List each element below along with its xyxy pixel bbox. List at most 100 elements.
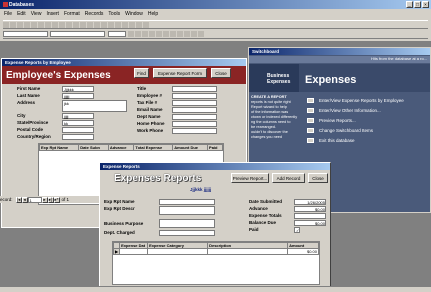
country-field[interactable] [62, 134, 94, 140]
city-field[interactable]: jjjjj [62, 113, 94, 119]
copy-icon[interactable] [45, 22, 51, 28]
last-name-field[interactable]: jjjjjj [62, 93, 94, 99]
expense-date-cell[interactable] [119, 248, 149, 255]
close-expense-form-button[interactable]: Close [308, 173, 328, 183]
undo-icon[interactable] [66, 22, 72, 28]
line-color-icon[interactable] [184, 31, 191, 37]
preview-icon[interactable] [24, 22, 30, 28]
menu-tools[interactable]: Tools [108, 11, 120, 17]
exp-rpt-name-field[interactable] [159, 199, 215, 205]
properties-icon[interactable] [122, 22, 128, 28]
new-record-button[interactable]: ▸* [53, 196, 60, 203]
filter-icon[interactable] [94, 22, 100, 28]
paid-checkbox[interactable]: ✓ [294, 227, 300, 233]
title-field[interactable] [172, 86, 217, 92]
font-name-select[interactable] [50, 31, 106, 37]
maximize-button[interactable]: □ [414, 1, 421, 8]
column-expense-date[interactable]: Expense Dat [119, 242, 149, 249]
amount-cell[interactable]: $0.00 [287, 248, 319, 255]
switchboard-item-button[interactable] [307, 128, 314, 133]
menu-edit[interactable]: Edit [17, 11, 26, 17]
close-app-button[interactable]: × [422, 1, 429, 8]
advance-field[interactable]: $0.00 [294, 206, 326, 212]
minimize-button[interactable]: _ [406, 1, 413, 8]
email-field[interactable] [172, 107, 217, 113]
switchboard-item-exit[interactable]: Exit this database [307, 138, 429, 143]
business-purpose-field[interactable] [159, 218, 215, 228]
align-center-icon[interactable] [156, 31, 163, 37]
state-field[interactable]: kk [62, 120, 94, 126]
address-field[interactable]: jkk [62, 100, 127, 112]
dept-name-field[interactable] [172, 114, 217, 120]
expense-report-form-button[interactable]: Expense Report Form [153, 68, 207, 78]
expense-category-cell[interactable] [147, 248, 209, 255]
menu-records[interactable]: Records [85, 11, 104, 17]
cut-icon[interactable] [38, 22, 44, 28]
column-exp-rpt-name[interactable]: Exp Rpt Name [38, 144, 80, 151]
help-icon[interactable] [143, 22, 149, 28]
add-record-button[interactable]: Add Record [272, 173, 305, 183]
font-size-select[interactable] [107, 31, 126, 37]
menu-insert[interactable]: Insert [46, 11, 59, 17]
exp-rpt-descr-field[interactable] [159, 206, 215, 215]
object-selector[interactable] [3, 31, 48, 37]
fill-color-icon[interactable] [170, 31, 177, 37]
align-right-icon[interactable] [163, 31, 170, 37]
special-effect-icon[interactable] [198, 31, 205, 37]
line-width-icon[interactable] [191, 31, 198, 37]
format-painter-icon[interactable] [59, 22, 65, 28]
expense-left-fields: Exp Rpt Name Exp Rpt Descr Business Purp… [104, 199, 219, 237]
preview-report-button[interactable]: Preview Report... [231, 173, 269, 183]
current-record-field[interactable]: 1 [27, 196, 42, 203]
column-amount-due[interactable]: Amount Due [172, 144, 209, 151]
paste-icon[interactable] [52, 22, 58, 28]
menu-format[interactable]: Format [64, 11, 80, 17]
switchboard-item-preview-reports[interactable]: Preview Reports... [307, 118, 429, 123]
new-object-icon[interactable] [136, 22, 142, 28]
close-employee-form-button[interactable]: Close [211, 68, 231, 78]
switchboard-item-button[interactable] [307, 108, 314, 113]
menu-help[interactable]: Help [148, 11, 158, 17]
delete-record-icon[interactable] [115, 22, 121, 28]
column-date-submitted[interactable]: Date Subn [78, 144, 109, 151]
switchboard-item-view-reports[interactable]: Enter/View Expense Reports by Employee [307, 98, 429, 103]
postal-code-field[interactable] [62, 127, 94, 133]
column-paid[interactable]: Paid [207, 144, 223, 151]
first-name-field[interactable]: Jjjkkk [62, 86, 94, 92]
employee-number-field[interactable] [172, 93, 217, 99]
column-advance[interactable]: Advance [107, 144, 135, 151]
sort-ascending-icon[interactable] [80, 22, 86, 28]
spelling-icon[interactable] [31, 22, 37, 28]
sort-descending-icon[interactable] [87, 22, 93, 28]
balance-due-field[interactable]: $0.00 [294, 220, 326, 226]
find-icon[interactable] [101, 22, 107, 28]
new-record-icon[interactable] [108, 22, 114, 28]
expense-totals-field[interactable] [294, 213, 326, 219]
switchboard-item-other-info[interactable]: Enter/View Other Information... [307, 108, 429, 113]
italic-icon[interactable] [135, 31, 142, 37]
column-total-expense[interactable]: Total Expense [133, 144, 174, 151]
date-submitted-field[interactable]: 1/26/2005 [294, 199, 326, 205]
switchboard-item-button[interactable] [307, 138, 314, 143]
home-phone-field[interactable] [172, 121, 217, 127]
print-icon[interactable] [17, 22, 23, 28]
database-window-icon[interactable] [129, 22, 135, 28]
font-color-icon[interactable] [177, 31, 184, 37]
switchboard-item-button[interactable] [307, 98, 314, 103]
view-icon[interactable] [3, 22, 9, 28]
underline-icon[interactable] [142, 31, 149, 37]
switchboard-item-button[interactable] [307, 118, 314, 123]
work-phone-field[interactable] [172, 128, 217, 134]
dept-charged-field[interactable] [159, 230, 215, 236]
description-cell[interactable] [207, 248, 289, 255]
menu-view[interactable]: View [31, 11, 42, 17]
find-button[interactable]: Find [134, 68, 149, 78]
save-icon[interactable] [10, 22, 16, 28]
menu-file[interactable]: File [4, 11, 12, 17]
insert-hyperlink-icon[interactable] [73, 22, 79, 28]
bold-icon[interactable] [128, 31, 135, 37]
menu-window[interactable]: Window [125, 11, 143, 17]
tax-file-field[interactable] [172, 100, 217, 106]
switchboard-item-change-items[interactable]: Change Switchboard Items [307, 128, 429, 133]
align-left-icon[interactable] [149, 31, 156, 37]
